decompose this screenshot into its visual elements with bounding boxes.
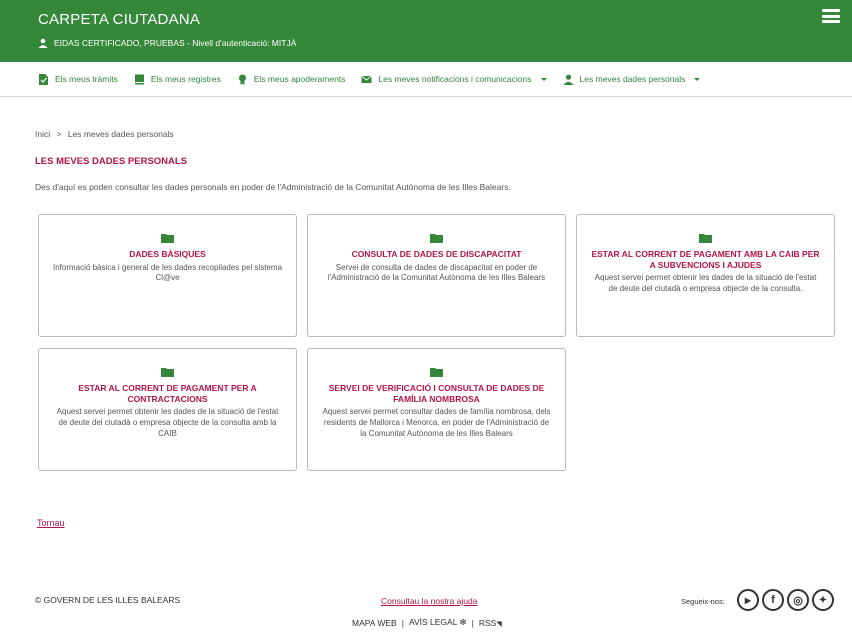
nav-item-label: Les meves notificacions i comunicacions [378, 74, 532, 84]
envelope-icon [361, 75, 373, 83]
folder-icon [430, 368, 443, 377]
award-icon [238, 74, 246, 85]
caret-down-icon [694, 77, 701, 81]
footer-links: MAPA WEB | AVÍS LEGAL ✻ | RSS◥ [352, 617, 502, 628]
user-info: EIDAS CERTIFICADO, PRUEBAS - Nivell d'au… [38, 38, 296, 48]
card-pagament-subvencions[interactable]: ESTAR AL CORRENT DE PAGAMENT AMB LA CAIB… [576, 214, 835, 337]
book-icon [134, 74, 144, 84]
nav-item-label: Els meus registres [150, 74, 221, 84]
card-title: DADES BÀSIQUES [129, 249, 206, 259]
folder-icon [699, 234, 712, 243]
settings-icon: ✻ [459, 617, 467, 627]
nav-item-notificacions[interactable]: Les meves notificacions i comunicacions [361, 74, 547, 85]
twitter-icon[interactable]: ✦ [812, 589, 834, 611]
folder-icon [161, 234, 174, 243]
main-nav: Els meus tràmits Els meus registres Els … [0, 62, 852, 97]
social-label: Segueix-nos: [681, 597, 725, 606]
page-title: LES MEVES DADES PERSONALS [35, 156, 188, 167]
youtube-icon[interactable]: ▶ [737, 589, 759, 611]
nav-item-label: Els meus apoderaments [253, 74, 346, 84]
card-dades-basiques[interactable]: DADES BÀSIQUES Informació bàsica i gener… [38, 214, 297, 337]
footer-separator: | [471, 617, 474, 628]
card-description: Aquest servei permet consultar dades de … [322, 407, 551, 438]
card-familia-nombrosa[interactable]: SERVEI DE VERIFICACIÓ I CONSULTA DE DADE… [307, 348, 566, 471]
card-pagament-contractacions[interactable]: ESTAR AL CORRENT DE PAGAMENT PER A CONTR… [38, 348, 297, 471]
card-title: ESTAR AL CORRENT DE PAGAMENT PER A CONTR… [78, 383, 257, 404]
breadcrumb-home-link[interactable]: Inici [35, 129, 50, 139]
caret-down-icon [540, 77, 547, 81]
hamburger-menu-icon[interactable] [822, 9, 840, 23]
user-icon [563, 74, 573, 85]
card-description: Servei de consulta de dades de discapaci… [327, 262, 546, 283]
nav-item-label: Els meus tràmits [55, 74, 118, 84]
legal-notice-label: AVÍS LEGAL [408, 617, 458, 627]
nav-item-apoderaments[interactable]: Els meus apoderaments [237, 74, 346, 85]
legal-notice-link[interactable]: AVÍS LEGAL ✻ [409, 617, 467, 628]
nav-item-tramits[interactable]: Els meus tràmits [38, 73, 118, 85]
breadcrumb-current: Les meves dades personals [67, 129, 174, 139]
rss-link[interactable]: RSS◥ [479, 618, 502, 628]
breadcrumb: Inici > Les meves dades personals [35, 129, 174, 139]
card-consulta-discapacitat[interactable]: CONSULTA DE DADES DE DISCAPACITAT Servei… [307, 214, 566, 337]
instagram-icon[interactable]: ◎ [787, 589, 809, 611]
back-link[interactable]: Tornau [37, 518, 65, 528]
card-description: Aquest servei permet obtenir les dades d… [56, 407, 279, 438]
sitemap-link[interactable]: MAPA WEB [352, 618, 397, 628]
rss-icon: ◥ [496, 620, 502, 628]
nav-item-registres[interactable]: Els meus registres [134, 74, 221, 85]
folder-icon [430, 234, 443, 243]
breadcrumb-separator: > [56, 129, 62, 139]
user-icon [38, 38, 48, 48]
folder-icon [161, 368, 174, 377]
footer-separator: | [401, 617, 404, 628]
nav-item-label: Les meves dades personals [579, 74, 686, 84]
card-description: Aquest servei permet obtenir les dades d… [594, 273, 817, 294]
top-header: CARPETA CIUTADANA EIDAS CERTIFICADO, PRU… [0, 0, 852, 62]
card-title: SERVEI DE VERIFICACIÓ I CONSULTA DE DADE… [328, 383, 545, 404]
rss-label: RSS [478, 617, 497, 628]
help-link[interactable]: Consultau la nostra ajuda [381, 596, 477, 606]
card-title: CONSULTA DE DADES DE DISCAPACITAT [351, 249, 522, 259]
card-title: ESTAR AL CORRENT DE PAGAMENT AMB LA CAIB… [591, 249, 820, 270]
facebook-icon[interactable]: f [762, 589, 784, 611]
nav-item-dades-personals[interactable]: Les meves dades personals [563, 74, 701, 85]
app-title[interactable]: CARPETA CIUTADANA [38, 11, 200, 28]
page-intro: Des d'aquí es poden consultar les dades … [35, 182, 511, 192]
document-icon [39, 73, 48, 85]
card-description: Informació bàsica i general de les dades… [53, 262, 283, 283]
user-info-text: EIDAS CERTIFICADO, PRUEBAS - Nivell d'au… [54, 38, 297, 48]
copyright: © GOVERN DE LES ILLES BALEARS [35, 595, 181, 605]
